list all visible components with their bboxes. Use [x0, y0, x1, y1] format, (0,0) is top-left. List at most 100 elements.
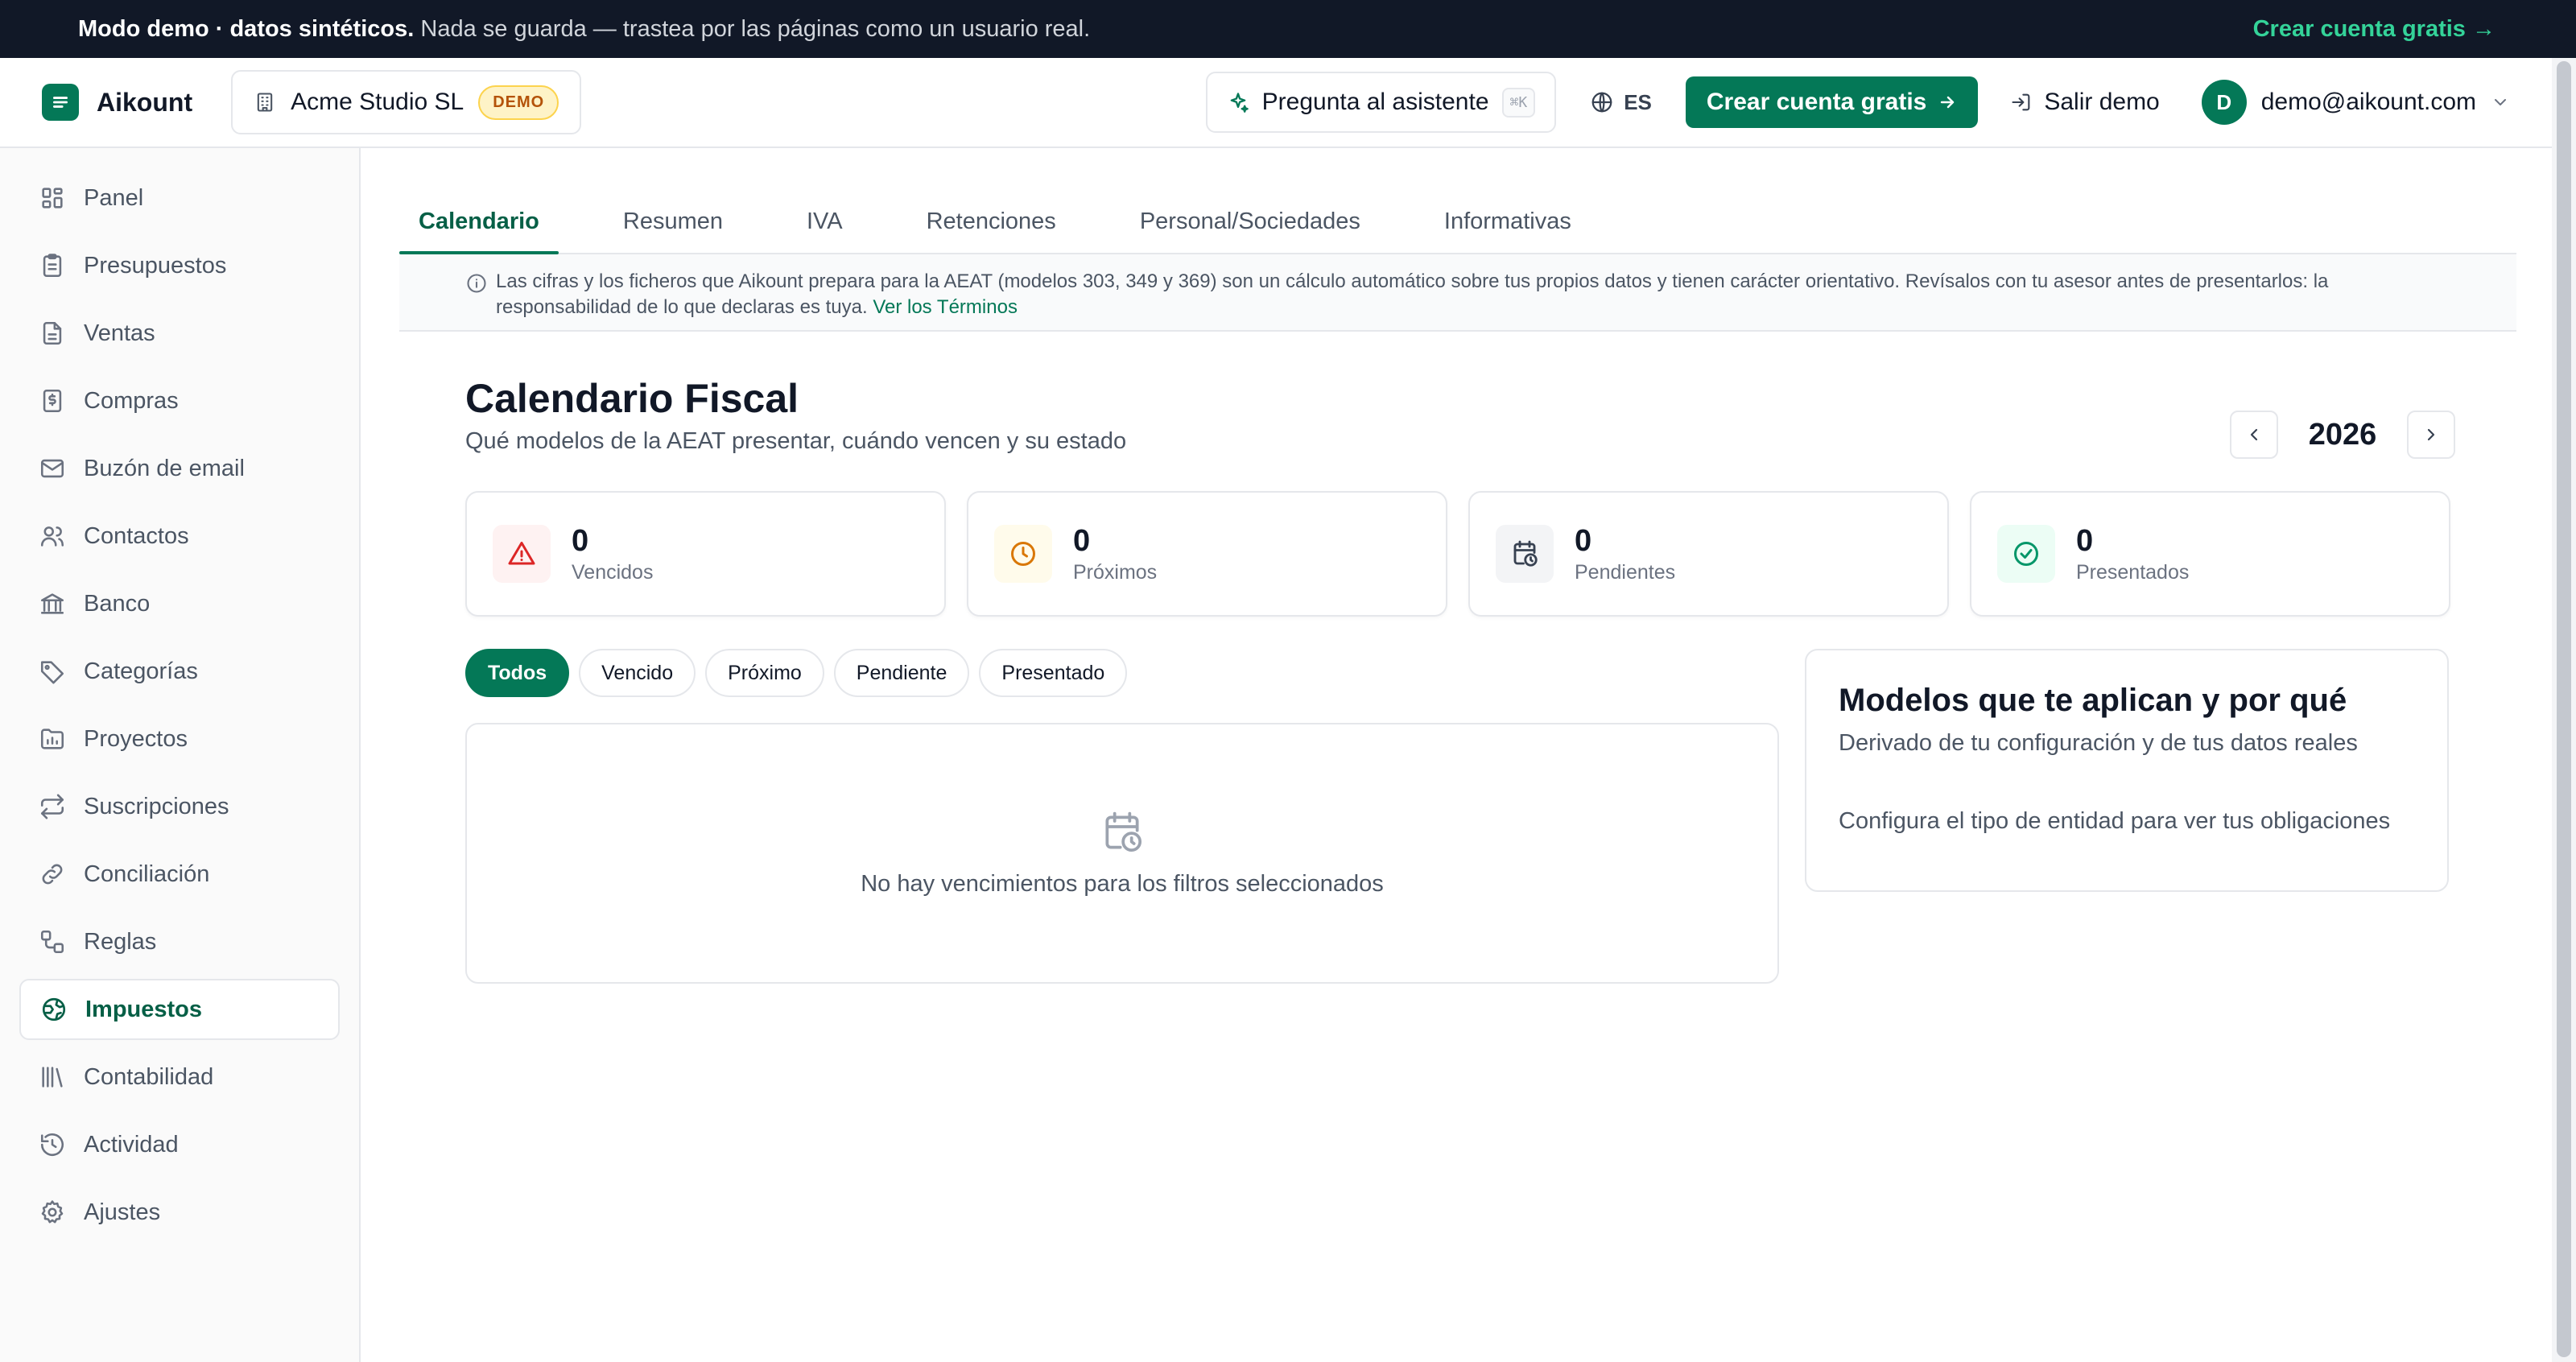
stat-value: 0 [1073, 523, 1091, 558]
stat-value: 0 [2076, 523, 2094, 558]
filter-pendiente[interactable]: Pendiente [833, 649, 970, 697]
filter-vencido[interactable]: Vencido [579, 649, 696, 697]
stat-label: Próximos [1073, 560, 1158, 584]
page-subtitle: Qué modelos de la AEAT presentar, cuándo… [465, 428, 1127, 454]
demo-banner-message: Modo demo · datos sintéticos. Nada se gu… [78, 16, 1090, 43]
alert-triangle-icon [493, 525, 551, 583]
main-content: Calendario Resumen IVA Retenciones Perso… [361, 148, 2552, 1362]
next-year-button[interactable] [2407, 411, 2455, 459]
banner-create-account-link[interactable]: Crear cuenta gratis → [2253, 16, 2496, 43]
status-filters: Todos Vencido Próximo Pendiente Presenta… [465, 649, 1128, 697]
sidebar-item-label: Ventas [84, 320, 155, 346]
sidebar-item-ajustes[interactable]: Ajustes [19, 1182, 340, 1243]
arrow-right-icon [1938, 93, 1957, 112]
info-icon [465, 272, 488, 295]
sidebar-item-label: Ajustes [84, 1199, 161, 1225]
sidebar-item-presupuestos[interactable]: Presupuestos [19, 235, 340, 296]
models-title: Modelos que te aplican y por qué [1839, 683, 2347, 718]
sidebar-item-label: Contabilidad [84, 1063, 214, 1090]
sidebar-item-label: Buzón de email [84, 455, 245, 481]
clipboard-icon [43, 254, 62, 278]
assistant-button[interactable]: Pregunta al asistente ⌘K [1205, 72, 1557, 133]
grid-icon [42, 188, 63, 208]
sidebar-item-contactos[interactable]: Contactos [19, 506, 340, 567]
demo-banner-bold: Modo demo · datos sintéticos. [78, 15, 415, 42]
sidebar-item-label: Impuestos [85, 996, 203, 1022]
sidebar-item-banco[interactable]: Banco [19, 573, 340, 634]
scrollbar-thumb[interactable] [2557, 61, 2571, 1357]
sidebar-item-label: Actividad [84, 1131, 179, 1158]
globe-icon [42, 997, 66, 1022]
terms-link[interactable]: Ver los Términos [873, 296, 1018, 318]
sidebar-item-buzon-email[interactable]: Buzón de email [19, 438, 340, 499]
tab-informativas[interactable]: Informativas [1425, 188, 1591, 254]
sidebar-item-categorias[interactable]: Categorías [19, 641, 340, 702]
filter-todos[interactable]: Todos [465, 649, 570, 697]
receipt-icon [43, 389, 62, 413]
sparkle-icon [1227, 91, 1249, 114]
create-account-button[interactable]: Crear cuenta gratis [1685, 76, 1979, 128]
sidebar-item-label: Reglas [84, 928, 157, 955]
exit-demo-label: Salir demo [2044, 89, 2160, 115]
page-scrollbar[interactable] [2552, 58, 2576, 1362]
demo-banner-text: Nada se guarda — trastea por las páginas… [414, 15, 1091, 42]
empty-state-text: No hay vencimientos para los filtros sel… [861, 870, 1384, 897]
exit-demo-button[interactable]: Salir demo [2010, 89, 2160, 116]
sidebar-item-actividad[interactable]: Actividad [19, 1114, 340, 1175]
deadlines-empty-state: No hay vencimientos para los filtros sel… [465, 723, 1779, 984]
mail-icon [40, 459, 64, 478]
app-name: Aikount [97, 87, 193, 117]
sidebar-item-label: Compras [84, 387, 179, 414]
filter-presentado[interactable]: Presentado [979, 649, 1128, 697]
company-switcher[interactable]: Acme Studio SL DEMO [231, 70, 582, 134]
tab-iva[interactable]: IVA [787, 188, 862, 254]
sidebar-item-panel[interactable]: Panel [19, 167, 340, 229]
history-icon [40, 1133, 64, 1157]
sidebar-item-suscripciones[interactable]: Suscripciones [19, 776, 340, 837]
language-selector[interactable]: ES [1590, 90, 1652, 115]
sidebar-item-ventas[interactable]: Ventas [19, 303, 340, 364]
language-code: ES [1624, 89, 1652, 114]
status-summary: 0 Vencidos 0 Próximos 0 Pendientes 0 Pre… [465, 491, 2450, 617]
stat-label: Pendientes [1575, 560, 1676, 584]
disclaimer-text: Las cifras y los ficheros que Aikount pr… [464, 269, 2452, 330]
repeat-icon [40, 794, 64, 819]
clock-icon [994, 525, 1052, 583]
stat-label: Vencidos [572, 560, 654, 584]
stat-value: 0 [1575, 523, 1592, 558]
gear-icon [41, 1200, 64, 1224]
sidebar-item-impuestos[interactable]: Impuestos [19, 979, 340, 1040]
tab-calendario[interactable]: Calendario [399, 188, 559, 254]
sidebar-item-compras[interactable]: Compras [19, 370, 340, 431]
aeat-disclaimer: Las cifras y los ficheros que Aikount pr… [399, 254, 2516, 332]
log-in-icon [2010, 91, 2033, 114]
sidebar: Panel Presupuestos Ventas Compras Buzón … [0, 148, 361, 1362]
user-menu[interactable]: D demo@aikount.com [2201, 80, 2510, 125]
sidebar-item-reglas[interactable]: Reglas [19, 911, 340, 972]
tab-retenciones[interactable]: Retenciones [907, 188, 1075, 254]
create-account-label: Crear cuenta gratis [1706, 89, 1927, 115]
filter-proximo[interactable]: Próximo [705, 649, 824, 697]
library-icon [42, 1067, 63, 1088]
calendar-clock-icon [1105, 811, 1142, 852]
folder-chart-icon [40, 728, 64, 749]
page-title: Calendario Fiscal [465, 376, 799, 421]
app-logo-icon[interactable] [42, 84, 79, 121]
tab-resumen[interactable]: Resumen [604, 188, 742, 254]
sidebar-item-conciliacion[interactable]: Conciliación [19, 844, 340, 905]
chevron-right-icon [2427, 428, 2435, 441]
tax-tabs: Calendario Resumen IVA Retenciones Perso… [399, 188, 1591, 254]
globe-icon [1590, 90, 1614, 114]
demo-banner: Modo demo · datos sintéticos. Nada se gu… [0, 0, 2576, 58]
link-icon [42, 864, 63, 885]
stat-value: 0 [572, 523, 589, 558]
tab-personal-sociedades[interactable]: Personal/Sociedades [1121, 188, 1380, 254]
users-icon [40, 526, 64, 547]
previous-year-button[interactable] [2230, 411, 2278, 459]
workflow-icon [40, 930, 64, 954]
sidebar-item-proyectos[interactable]: Proyectos [19, 708, 340, 770]
disclaimer-body: Las cifras y los ficheros que Aikount pr… [496, 270, 2329, 318]
sidebar-item-contabilidad[interactable]: Contabilidad [19, 1046, 340, 1108]
stat-card-vencidos: 0 Vencidos [465, 491, 946, 617]
year-selector: 2026 [2230, 411, 2455, 459]
